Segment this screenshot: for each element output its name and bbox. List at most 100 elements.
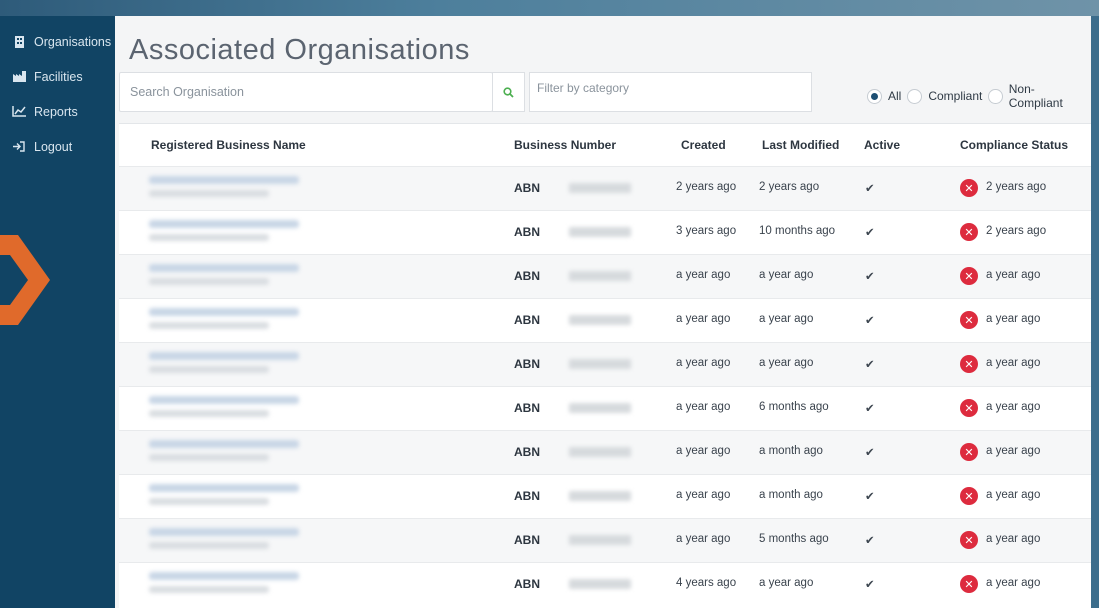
compliance-status-cell: a year ago <box>986 269 1041 281</box>
non-compliant-icon: ✕ <box>960 399 978 417</box>
compliance-status-cell: a year ago <box>986 401 1041 413</box>
table-row[interactable]: ABN 3 years ago 10 months ago ✔ ✕ 2 years ago <box>119 210 1091 254</box>
non-compliant-icon: ✕ <box>960 443 978 461</box>
business-name-redacted[interactable] <box>149 484 379 512</box>
business-name-redacted[interactable] <box>149 176 379 204</box>
compliance-status-cell: 2 years ago <box>986 225 1047 237</box>
factory-icon <box>12 70 26 84</box>
compliance-status-cell: a year ago <box>986 489 1041 501</box>
radio-all[interactable]: All <box>867 88 902 104</box>
compliance-status-cell: a year ago <box>986 445 1041 457</box>
header-business-number[interactable]: Business Number <box>514 138 616 152</box>
created-cell: a year ago <box>676 357 731 369</box>
table-row[interactable]: ABN a year ago a year ago ✔ ✕ a year ago <box>119 254 1091 298</box>
business-name-redacted[interactable] <box>149 528 379 556</box>
non-compliant-icon: ✕ <box>960 355 978 373</box>
last-modified-cell: a year ago <box>759 269 814 281</box>
last-modified-cell: 10 months ago <box>759 225 836 237</box>
created-cell: a year ago <box>676 489 731 501</box>
business-name-redacted[interactable] <box>149 264 379 292</box>
active-check-icon: ✔ <box>865 359 875 371</box>
created-cell: a year ago <box>676 401 731 413</box>
table-row[interactable]: ABN 2 years ago 2 years ago ✔ ✕ 2 years ago <box>119 166 1091 210</box>
business-name-redacted[interactable] <box>149 220 379 248</box>
active-check-icon: ✔ <box>865 579 875 591</box>
active-check-icon: ✔ <box>865 183 875 195</box>
table-row[interactable]: ABN a year ago a month ago ✔ ✕ a year ago <box>119 474 1091 518</box>
header-created[interactable]: Created <box>681 138 726 152</box>
last-modified-cell: a year ago <box>759 357 814 369</box>
created-cell: 4 years ago <box>676 577 737 589</box>
business-number-redacted <box>569 183 631 193</box>
table-row[interactable]: ABN a year ago 5 months ago ✔ ✕ a year ago <box>119 518 1091 562</box>
sidebar-item-organisations[interactable]: Organisations <box>0 24 115 59</box>
last-modified-cell: a year ago <box>759 313 814 325</box>
non-compliant-icon: ✕ <box>960 311 978 329</box>
non-compliant-icon: ✕ <box>960 531 978 549</box>
table-row[interactable]: ABN a year ago a year ago ✔ ✕ a year ago <box>119 298 1091 342</box>
header-active[interactable]: Active <box>864 138 900 152</box>
search-icon <box>503 86 514 98</box>
sidebar-item-label: Logout <box>34 139 73 154</box>
radio-indicator <box>988 88 1003 104</box>
annotation-arrow-icon <box>0 235 50 325</box>
abn-label: ABN <box>514 225 540 239</box>
logout-icon <box>12 140 26 154</box>
sidebar-item-label: Organisations <box>34 34 112 49</box>
business-name-redacted[interactable] <box>149 440 379 468</box>
radio-indicator <box>907 88 923 104</box>
business-name-redacted[interactable] <box>149 572 379 600</box>
radio-non-compliant[interactable]: Non-Compliant <box>988 82 1085 110</box>
created-cell: 2 years ago <box>676 181 737 193</box>
building-icon <box>12 35 26 49</box>
radio-compliant[interactable]: Compliant <box>907 88 983 104</box>
sidebar-item-logout[interactable]: Logout <box>0 129 115 164</box>
table-row[interactable]: ABN a year ago a month ago ✔ ✕ a year ago <box>119 430 1091 474</box>
header-last-modified[interactable]: Last Modified <box>762 138 839 152</box>
active-check-icon: ✔ <box>865 227 875 239</box>
created-cell: a year ago <box>676 269 731 281</box>
radio-indicator <box>867 88 882 104</box>
business-name-redacted[interactable] <box>149 396 379 424</box>
page-title: Associated Organisations <box>129 34 470 66</box>
last-modified-cell: 2 years ago <box>759 181 820 193</box>
abn-label: ABN <box>514 577 540 591</box>
compliance-status-cell: a year ago <box>986 313 1041 325</box>
abn-label: ABN <box>514 357 540 371</box>
business-number-redacted <box>569 447 631 457</box>
sidebar-item-reports[interactable]: Reports <box>0 94 115 129</box>
business-number-redacted <box>569 227 631 237</box>
business-number-redacted <box>569 535 631 545</box>
abn-label: ABN <box>514 533 540 547</box>
radio-label: All <box>888 89 902 103</box>
last-modified-cell: 6 months ago <box>759 401 829 413</box>
window-right-border <box>1091 16 1099 608</box>
last-modified-cell: a month ago <box>759 489 823 501</box>
header-business-name[interactable]: Registered Business Name <box>151 138 306 152</box>
business-number-redacted <box>569 491 631 501</box>
abn-label: ABN <box>514 401 540 415</box>
category-filter-input[interactable]: Filter by category <box>529 72 812 112</box>
organisations-table: Registered Business Name Business Number… <box>119 123 1091 608</box>
abn-label: ABN <box>514 269 540 283</box>
sidebar-item-facilities[interactable]: Facilities <box>0 59 115 94</box>
sidebar-item-label: Reports <box>34 104 78 119</box>
header-compliance-status[interactable]: Compliance Status <box>960 138 1068 152</box>
window-top-bar <box>0 0 1099 16</box>
compliance-status-cell: a year ago <box>986 357 1041 369</box>
table-row[interactable]: ABN 4 years ago a year ago ✔ ✕ a year ago <box>119 562 1091 606</box>
table-row[interactable]: ABN a year ago a year ago ✔ ✕ a year ago <box>119 342 1091 386</box>
business-name-redacted[interactable] <box>149 352 379 380</box>
abn-label: ABN <box>514 313 540 327</box>
radio-label: Compliant <box>928 89 983 103</box>
active-check-icon: ✔ <box>865 491 875 503</box>
active-check-icon: ✔ <box>865 447 875 459</box>
search-button[interactable] <box>492 72 525 112</box>
business-name-redacted[interactable] <box>149 308 379 336</box>
search-input[interactable]: Search Organisation <box>119 72 493 112</box>
business-number-redacted <box>569 359 631 369</box>
abn-label: ABN <box>514 181 540 195</box>
abn-label: ABN <box>514 445 540 459</box>
business-number-redacted <box>569 315 631 325</box>
table-row[interactable]: ABN a year ago 6 months ago ✔ ✕ a year ago <box>119 386 1091 430</box>
